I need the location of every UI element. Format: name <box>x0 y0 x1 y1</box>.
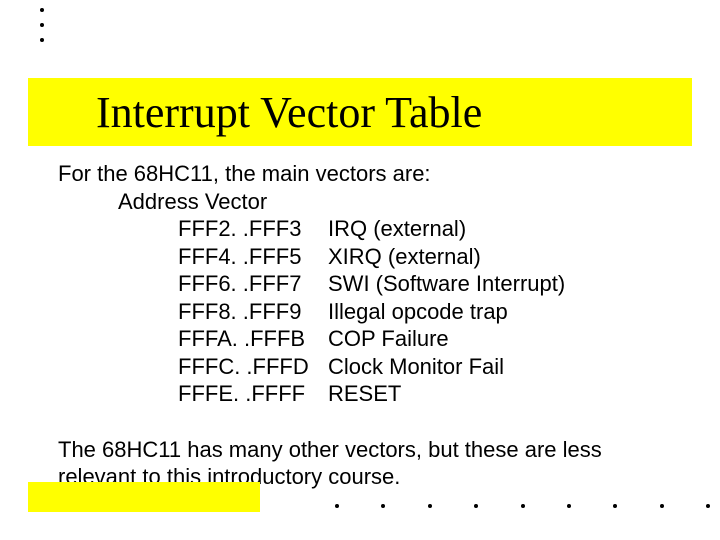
address-cell: FFF6. .FFF7 <box>178 270 328 298</box>
decorative-dots-bottom <box>335 504 710 508</box>
table-row: FFF2. .FFF3 IRQ (external) <box>178 215 678 243</box>
slide-content: For the 68HC11, the main vectors are: Ad… <box>58 160 678 491</box>
vector-cell: SWI (Software Interrupt) <box>328 270 678 298</box>
address-cell: FFF2. .FFF3 <box>178 215 328 243</box>
table-row: FFF4. .FFF5 XIRQ (external) <box>178 243 678 271</box>
column-header: Address Vector <box>118 188 678 216</box>
decorative-bar-bottom <box>28 482 260 512</box>
address-cell: FFFE. .FFFF <box>178 380 328 408</box>
decorative-dots-top <box>40 8 44 42</box>
table-row: FFF6. .FFF7 SWI (Software Interrupt) <box>178 270 678 298</box>
vector-cell: COP Failure <box>328 325 678 353</box>
table-row: FFFA. .FFFB COP Failure <box>178 325 678 353</box>
title-bar: Interrupt Vector Table <box>28 78 692 146</box>
address-cell: FFFC. .FFFD <box>178 353 328 381</box>
address-cell: FFF4. .FFF5 <box>178 243 328 271</box>
address-cell: FFFA. .FFFB <box>178 325 328 353</box>
table-row: FFFC. .FFFD Clock Monitor Fail <box>178 353 678 381</box>
address-cell: FFF8. .FFF9 <box>178 298 328 326</box>
vector-cell: XIRQ (external) <box>328 243 678 271</box>
page-title: Interrupt Vector Table <box>96 87 482 138</box>
vector-cell: Illegal opcode trap <box>328 298 678 326</box>
vector-cell: Clock Monitor Fail <box>328 353 678 381</box>
table-row: FFF8. .FFF9 Illegal opcode trap <box>178 298 678 326</box>
table-row: FFFE. .FFFF RESET <box>178 380 678 408</box>
vector-cell: RESET <box>328 380 678 408</box>
intro-text: For the 68HC11, the main vectors are: <box>58 160 678 188</box>
vector-cell: IRQ (external) <box>328 215 678 243</box>
